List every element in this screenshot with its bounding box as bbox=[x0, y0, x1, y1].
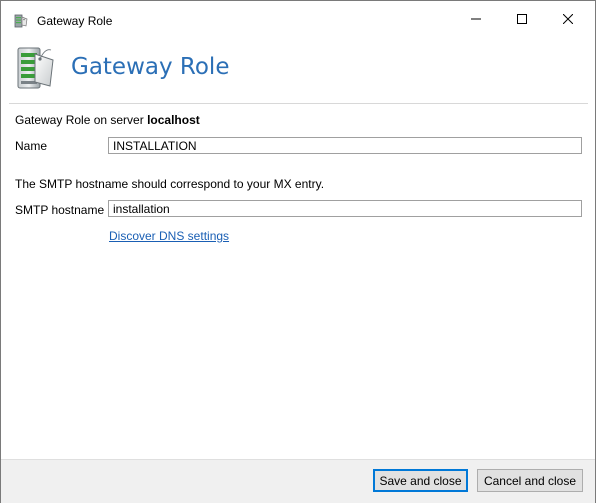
server-intro: Gateway Role on server localhost bbox=[15, 113, 200, 127]
dialog-window: Gateway Role Gateway Role Gateway Role o… bbox=[0, 0, 596, 503]
dialog-content: Gateway Role on server localhost Name Th… bbox=[1, 104, 595, 459]
minimize-button[interactable] bbox=[453, 1, 499, 39]
maximize-icon bbox=[517, 13, 527, 27]
cancel-and-close-button[interactable]: Cancel and close bbox=[477, 469, 583, 492]
header-title: Gateway Role bbox=[71, 54, 230, 80]
close-button[interactable] bbox=[545, 1, 591, 39]
save-and-close-button[interactable]: Save and close bbox=[373, 469, 468, 492]
minimize-icon bbox=[471, 13, 481, 27]
gateway-app-icon bbox=[14, 13, 28, 29]
close-icon bbox=[562, 13, 574, 27]
title-bar[interactable]: Gateway Role bbox=[1, 1, 595, 39]
name-input[interactable] bbox=[108, 137, 582, 154]
gateway-server-icon bbox=[15, 44, 59, 92]
window-title: Gateway Role bbox=[37, 14, 113, 28]
smtp-hostname-label: SMTP hostname bbox=[15, 203, 105, 217]
discover-dns-link[interactable]: Discover DNS settings bbox=[109, 229, 229, 243]
maximize-button[interactable] bbox=[499, 1, 545, 39]
smtp-hostname-input[interactable] bbox=[108, 200, 582, 217]
dialog-footer: Save and close Cancel and close bbox=[1, 459, 595, 503]
dialog-header: Gateway Role bbox=[1, 39, 595, 103]
name-label: Name bbox=[15, 139, 48, 153]
server-name: localhost bbox=[147, 113, 200, 127]
server-intro-label: Gateway Role on server bbox=[15, 113, 148, 127]
smtp-note: The SMTP hostname should correspond to y… bbox=[15, 177, 325, 191]
